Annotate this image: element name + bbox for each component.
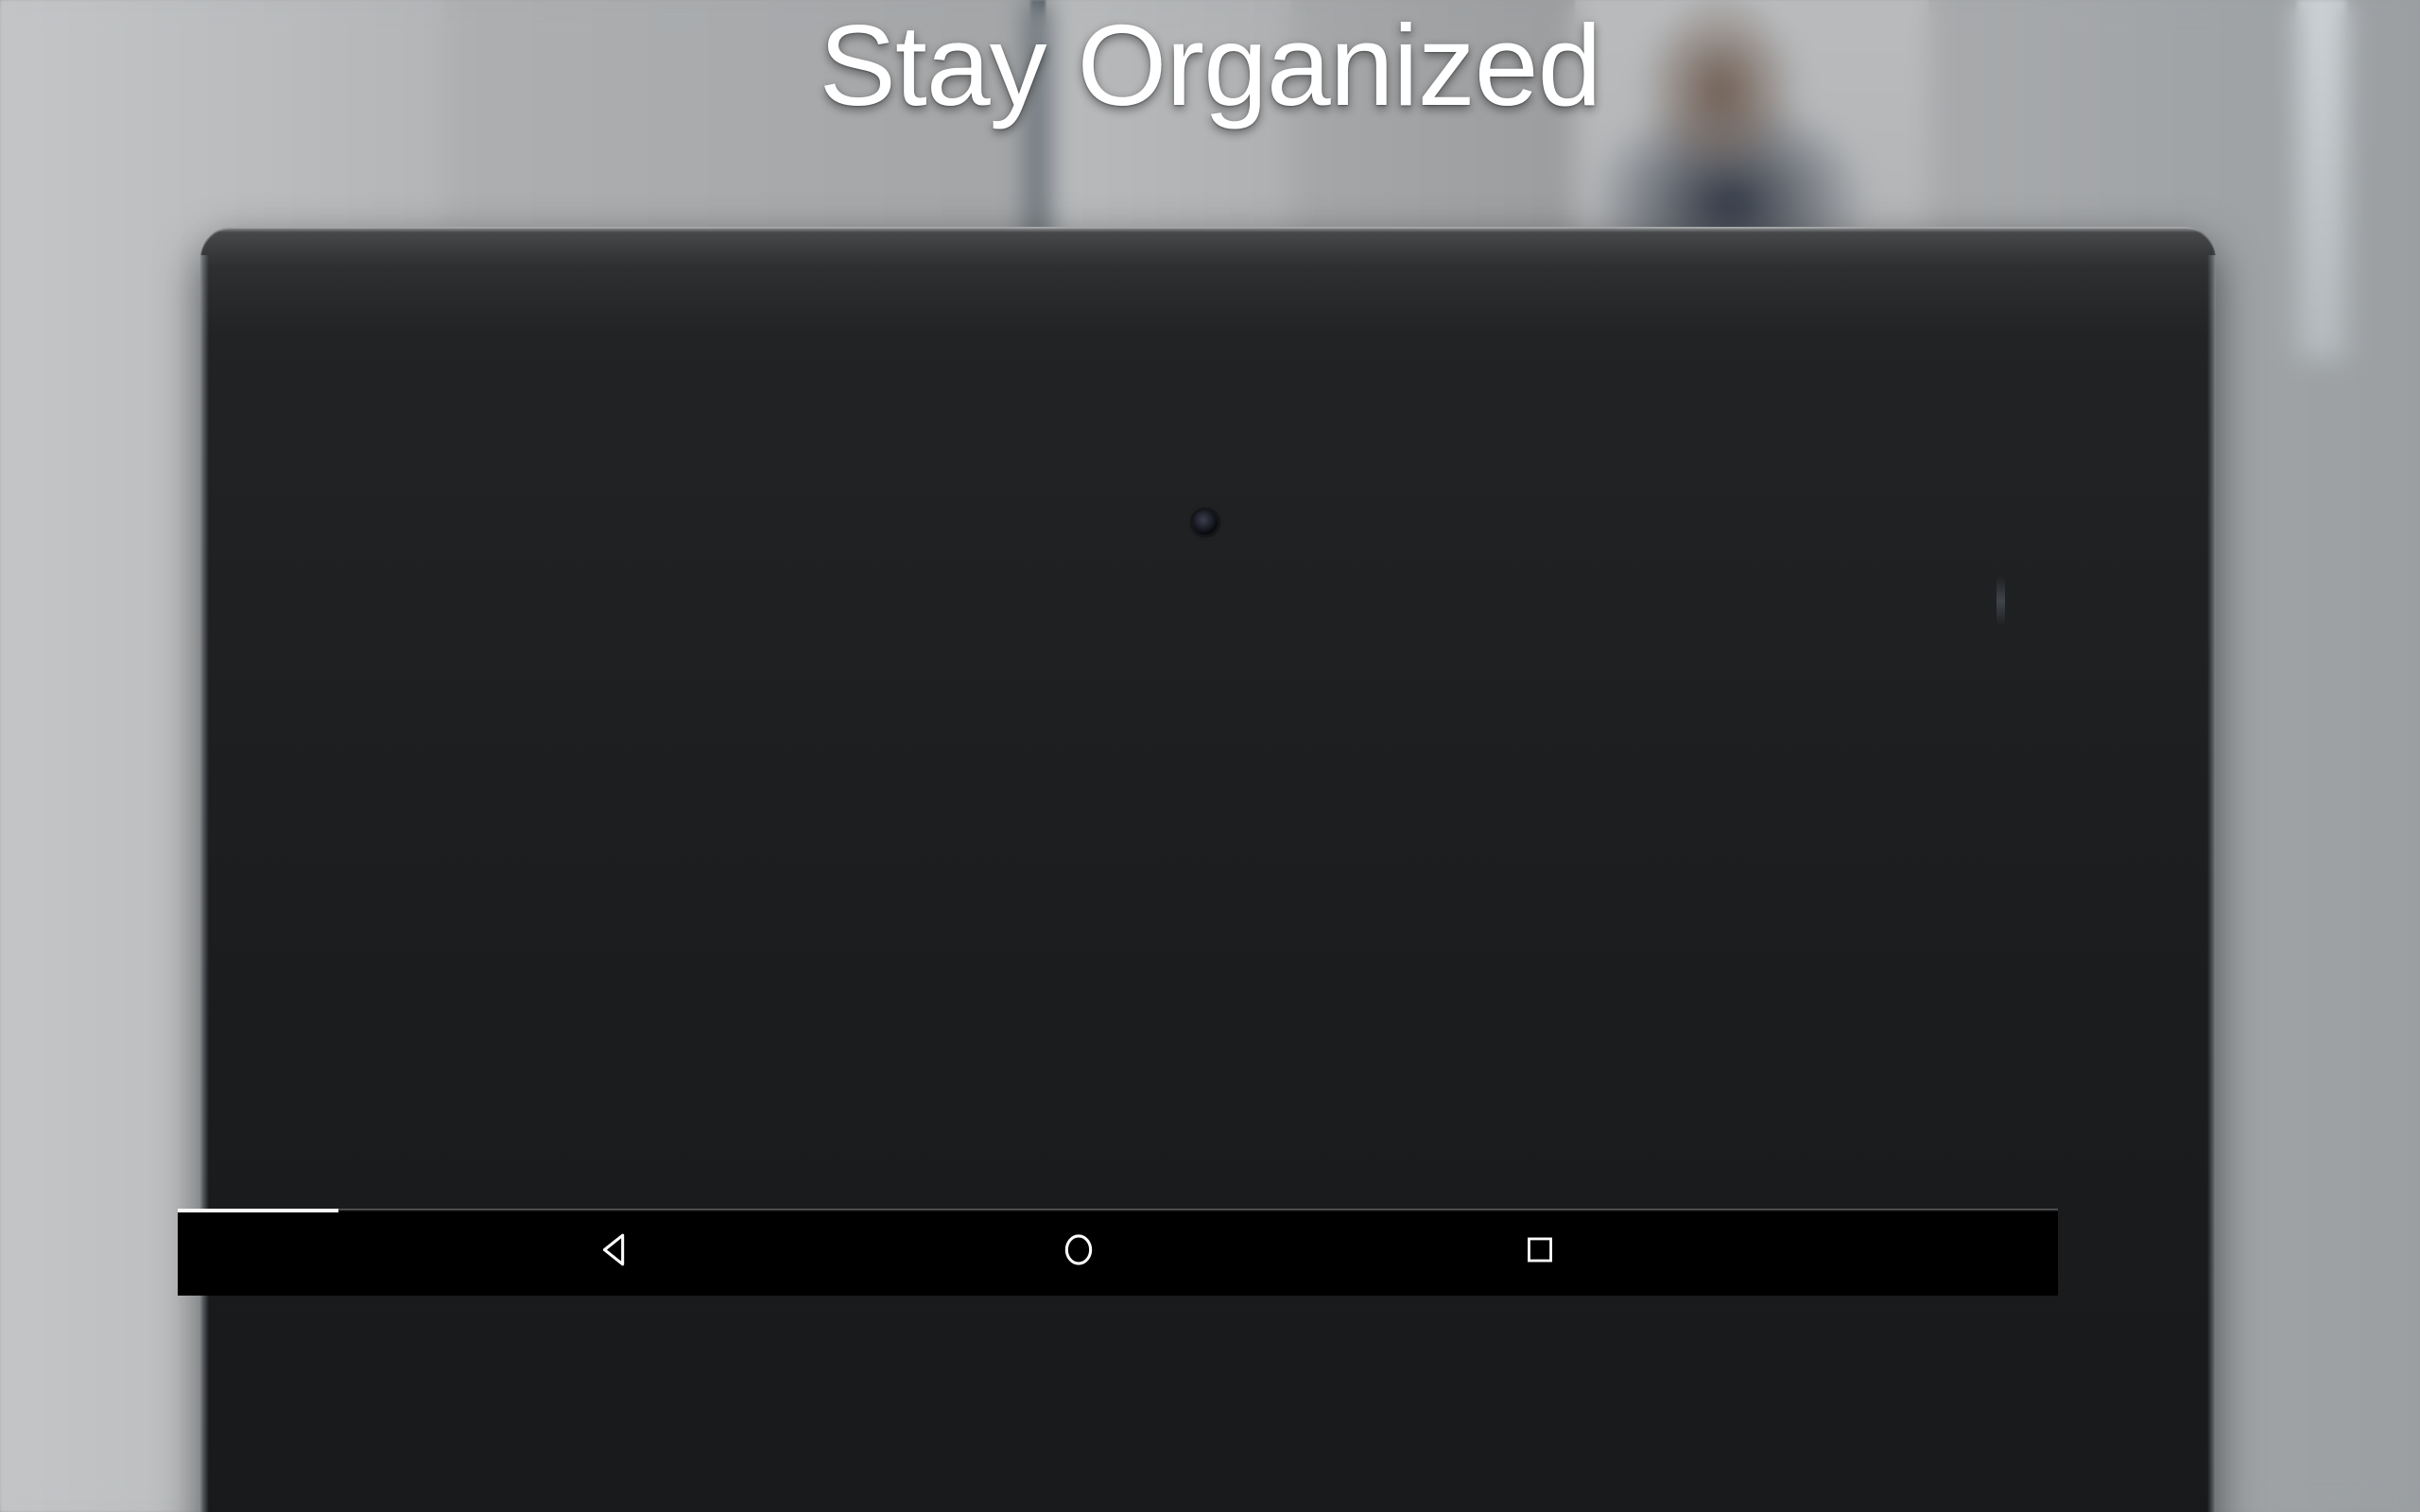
screen-bottom-edge (178, 1209, 338, 1212)
nav-bar-top-edge (178, 1209, 2058, 1211)
android-navigation-bar (178, 1209, 2058, 1296)
screenshot-stage: Stay Organized rence (0, 0, 2420, 1512)
front-camera-icon (1193, 510, 1218, 535)
home-button[interactable] (1057, 1228, 1100, 1278)
bezel-right-highlight (2207, 255, 2216, 1512)
bezel-top-highlight (200, 227, 2216, 232)
back-button[interactable] (594, 1228, 637, 1278)
tablet-device-frame (200, 227, 2216, 1512)
notification-led-icon (1996, 576, 2005, 626)
page-headline: Stay Organized (819, 1, 1602, 129)
bezel-left-highlight (200, 255, 209, 1512)
recents-button[interactable] (1520, 1229, 1560, 1276)
